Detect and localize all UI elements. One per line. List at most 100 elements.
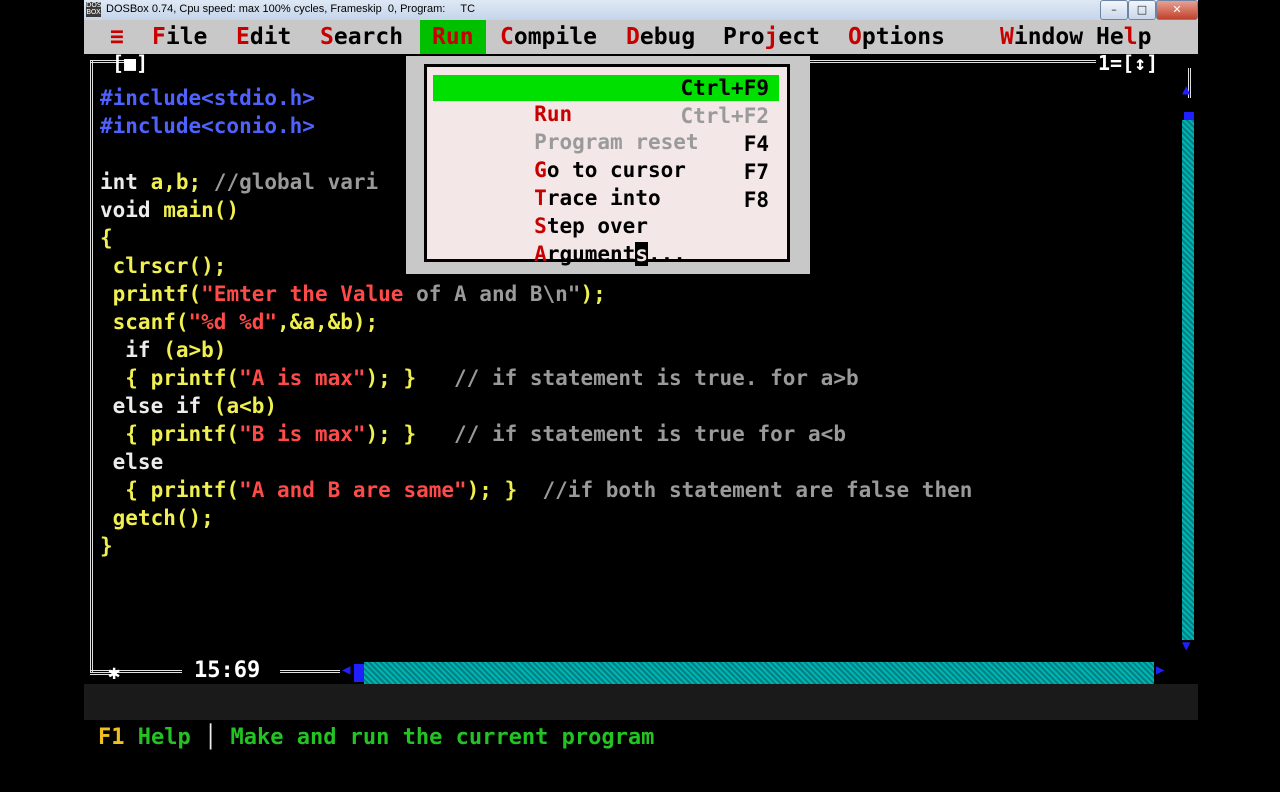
code-line[interactable]: else xyxy=(100,448,164,476)
code-token: { printf( xyxy=(100,422,240,446)
vertical-scrollbar[interactable] xyxy=(1182,120,1194,640)
code-line[interactable]: { printf("B is max"); } // if statement … xyxy=(100,420,846,448)
code-token: "A and B are same" xyxy=(239,478,467,502)
status-row: ✱ 15:69 ◀ ▶ xyxy=(84,650,1198,684)
scroll-up-arrow-icon[interactable]: ▲ xyxy=(1182,82,1190,98)
code-token: { printf( xyxy=(100,366,240,390)
code-token: ); xyxy=(580,282,606,306)
code-line[interactable]: #include<stdio.h> xyxy=(100,84,315,112)
left-border xyxy=(0,0,84,720)
code-token: "A is max" xyxy=(239,366,366,390)
code-line[interactable]: int a,b; //global vari xyxy=(100,168,378,196)
code-line[interactable]: { xyxy=(100,224,113,252)
window-number-zoom[interactable]: 1=[↕] xyxy=(1098,51,1158,75)
code-token: else if xyxy=(100,394,214,418)
code-token: //global vari xyxy=(213,170,379,194)
dos-screen: ≡ File Edit Search Run Compile Debug Pro… xyxy=(84,20,1198,750)
code-token: ); } xyxy=(466,478,543,502)
close-button[interactable]: ✕ xyxy=(1156,0,1198,20)
window-title: DOSBox 0.74, Cpu speed: max 100% cycles,… xyxy=(106,3,476,15)
code-token: clrscr(); xyxy=(100,254,227,278)
menu-search[interactable]: Search xyxy=(320,20,403,54)
code-token: // if statement is true for a<b xyxy=(454,422,846,446)
help-message: Make and run the current program xyxy=(217,725,655,750)
code-line[interactable]: { printf("A is max"); } // if statement … xyxy=(100,364,859,392)
scroll-right-arrow-icon[interactable]: ▶ xyxy=(1156,662,1164,678)
frame-bottom-mid-line xyxy=(280,670,340,673)
code-line[interactable]: { printf("A and B are same"); } //if bot… xyxy=(100,476,972,504)
code-token: else xyxy=(100,450,164,474)
code-line[interactable]: } xyxy=(100,532,113,560)
help-label[interactable]: Help xyxy=(125,725,204,750)
code-token: "B is max" xyxy=(239,422,366,446)
code-token: printf( xyxy=(100,282,202,306)
code-line[interactable]: printf("Emter the Value of A and B\n"); xyxy=(100,280,606,308)
code-line[interactable]: void main() xyxy=(100,196,239,224)
run-menu-item-arguments[interactable]: Arguments... xyxy=(433,215,779,266)
menu-window[interactable]: Window xyxy=(1000,20,1083,54)
minimize-button[interactable]: – xyxy=(1100,0,1128,20)
frame-top-right xyxy=(810,60,1096,63)
code-token: { xyxy=(100,226,113,250)
run-menu-item-go-to-cursor[interactable]: Go to cursor F4 xyxy=(433,131,779,182)
code-token: main() xyxy=(163,198,240,222)
help-line-content: F1 Help │ Make and run the current progr… xyxy=(98,720,654,756)
menu-run[interactable]: Run xyxy=(420,20,486,54)
maximize-button[interactable]: □ xyxy=(1128,0,1156,20)
code-line[interactable]: #include<conio.h> xyxy=(100,112,315,140)
code-token: } xyxy=(100,534,113,558)
menu-file[interactable]: File xyxy=(152,20,207,54)
code-line[interactable]: else if (a<b) xyxy=(100,392,277,420)
code-token: #include<stdio.h> xyxy=(100,86,315,110)
horizontal-scrollbar[interactable] xyxy=(364,662,1154,684)
code-token: // if statement is true. for a>b xyxy=(454,366,859,390)
code-token: #include<conio.h> xyxy=(100,114,315,138)
run-menu-item-step-over[interactable]: Step over F8 xyxy=(433,187,779,238)
dosbox-app-icon: DOS BOX xyxy=(86,1,102,17)
hscroll-thumb[interactable] xyxy=(354,664,364,682)
modified-indicator-icon: ✱ xyxy=(108,660,121,684)
text-cursor: s xyxy=(635,242,648,266)
code-line[interactable]: getch(); xyxy=(100,504,214,532)
window-titlebar: DOS BOX DOSBox 0.74, Cpu speed: max 100%… xyxy=(84,0,1198,21)
menu-help[interactable]: Help xyxy=(1096,20,1151,54)
code-token: "Emter the Value xyxy=(201,282,417,306)
scroll-left-arrow-icon[interactable]: ◀ xyxy=(342,662,350,678)
run-menu-item-trace-into[interactable]: Trace into F7 xyxy=(433,159,779,210)
menu-edit[interactable]: Edit xyxy=(236,20,291,54)
code-line[interactable]: if (a>b) xyxy=(100,336,226,364)
code-line[interactable]: scanf("%d %d",&a,&b); xyxy=(100,308,379,336)
code-token: "%d %d" xyxy=(188,310,278,334)
run-menu-box: Run Ctrl+F9 Program reset Ctrl+F2 Go to cu… xyxy=(424,64,790,266)
code-token: void xyxy=(100,198,164,222)
code-token: (a<b) xyxy=(213,394,278,418)
code-line[interactable]: clrscr(); xyxy=(100,252,227,280)
frame-left xyxy=(90,60,93,672)
code-token: a,b; xyxy=(150,170,214,194)
menu-options[interactable]: Options xyxy=(848,20,945,54)
code-token: //if both statement are false then xyxy=(542,478,973,502)
system-menu-icon[interactable]: ≡ xyxy=(110,20,124,54)
help-separator: │ xyxy=(203,725,218,750)
code-token: (a>b) xyxy=(163,338,227,362)
cursor-position: 15:69 xyxy=(194,658,261,683)
run-menu-item-program-reset: Program reset Ctrl+F2 xyxy=(534,104,769,154)
menu-project[interactable]: Project xyxy=(723,20,820,54)
help-line: F1 Help │ Make and run the current progr… xyxy=(84,684,1198,750)
code-token: scanf( xyxy=(100,310,189,334)
code-token: ); } xyxy=(365,366,455,390)
f1-key[interactable]: F1 xyxy=(98,725,125,750)
frame-bottom-left-line xyxy=(90,670,182,673)
code-token: ,&a,&b); xyxy=(277,310,379,334)
code-token: if xyxy=(100,338,164,362)
close-box[interactable]: [■] xyxy=(112,51,148,75)
menu-debug[interactable]: Debug xyxy=(626,20,695,54)
code-token: { printf( xyxy=(100,478,240,502)
code-token: getch(); xyxy=(100,506,214,530)
menu-compile[interactable]: Compile xyxy=(500,20,597,54)
menu-bar: ≡ File Edit Search Run Compile Debug Pro… xyxy=(84,20,1198,54)
run-menu-item-run[interactable]: Run Ctrl+F9 xyxy=(433,75,779,126)
right-border xyxy=(1198,0,1280,720)
code-token: int xyxy=(100,170,151,194)
run-dropdown-menu: Run Ctrl+F9 Program reset Ctrl+F2 Go to cu… xyxy=(406,56,810,274)
